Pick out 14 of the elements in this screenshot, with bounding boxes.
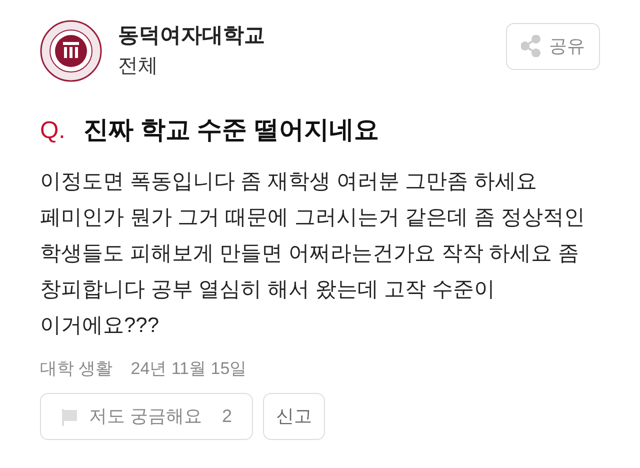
school-name: 동덕여자대학교 bbox=[118, 23, 265, 49]
flag-icon bbox=[61, 408, 79, 426]
post-date: 24년 11월 15일 bbox=[130, 358, 247, 380]
category-label: 대학 생활 bbox=[40, 358, 113, 380]
share-button[interactable]: 공유 bbox=[506, 22, 600, 70]
board-label: 전체 bbox=[118, 54, 159, 79]
question-title: 진짜 학교 수준 떨어지네요 bbox=[83, 115, 380, 146]
share-icon bbox=[521, 35, 541, 57]
question-body: 이정도면 폭동입니다 좀 재학생 여러분 그만좀 하세요 페미인가 뭔가 그거 때문에 그러시는거 같은데 좀 정상적인 학생들도 피해보게 만들면 어쩌라는건가요 작작 하세요 좀 창피합니다 공부 열심히 해서 왔는데 고작 수준이 이거에요??? bbox=[40, 168, 586, 338]
curious-button[interactable]: 저도 궁금해요 2 bbox=[40, 393, 254, 440]
university-seal-logo bbox=[40, 20, 102, 82]
question-marker: Q. bbox=[40, 116, 66, 146]
curious-count: 2 bbox=[222, 405, 232, 428]
report-button[interactable]: 신고 bbox=[263, 393, 326, 440]
